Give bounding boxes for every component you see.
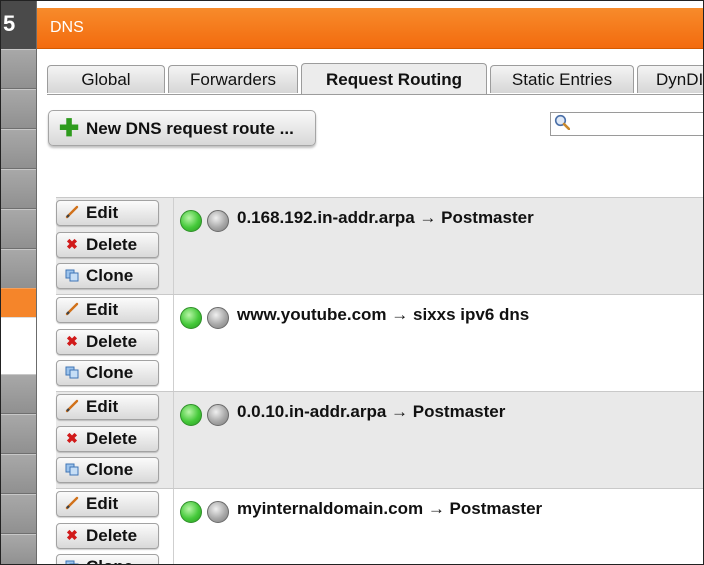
delete-button[interactable]: ✖ Delete — [56, 426, 159, 452]
edit-button[interactable]: Edit — [56, 394, 159, 420]
delete-label: Delete — [86, 332, 138, 351]
clone-icon — [64, 558, 80, 564]
new-route-label: New DNS request route ... — [86, 119, 294, 138]
clone-button[interactable]: Clone — [56, 457, 159, 483]
delete-button[interactable]: ✖ Delete — [56, 523, 159, 549]
pencil-icon — [64, 301, 80, 317]
pencil-icon — [64, 398, 80, 414]
clone-label: Clone — [86, 460, 134, 479]
nav-item[interactable] — [1, 89, 36, 129]
pencil-icon — [64, 204, 80, 220]
page-header: DNS — [37, 8, 703, 49]
edit-button[interactable]: Edit — [56, 200, 159, 226]
route-row: Edit ✖ Delete Clone www.youtube.com → si… — [56, 294, 703, 391]
logo-glyph: 5 — [3, 11, 16, 36]
delete-button[interactable]: ✖ Delete — [56, 329, 159, 355]
nav-item[interactable] — [1, 209, 36, 249]
status-enabled-indicator[interactable] — [180, 501, 202, 523]
tab-global[interactable]: Global — [47, 65, 165, 93]
delete-label: Delete — [86, 429, 138, 448]
search-input[interactable] — [550, 112, 703, 136]
edit-label: Edit — [86, 300, 119, 319]
nav-item[interactable] — [1, 374, 36, 414]
edit-label: Edit — [86, 203, 119, 222]
route-name: 0.0.10.in-addr.arpa → Postmaster — [237, 402, 506, 421]
clone-icon — [64, 364, 80, 380]
nav-item[interactable] — [1, 129, 36, 169]
tab-request-routing[interactable]: Request Routing — [301, 63, 487, 95]
delete-x-icon: ✖ — [66, 527, 78, 543]
delete-label: Delete — [86, 526, 138, 545]
route-row: Edit ✖ Delete Clone 0.168.192.in-addr.ar… — [56, 197, 703, 294]
left-nav-rail: 5 — [1, 1, 37, 564]
status-disabled-indicator[interactable] — [207, 307, 229, 329]
clone-button[interactable]: Clone — [56, 360, 159, 386]
delete-label: Delete — [86, 235, 138, 254]
clone-label: Clone — [86, 557, 133, 564]
clone-icon — [64, 461, 80, 477]
pencil-icon — [64, 495, 80, 511]
delete-x-icon: ✖ — [66, 236, 78, 252]
clone-button[interactable]: Clone — [56, 554, 159, 564]
status-disabled-indicator[interactable] — [207, 501, 229, 523]
nav-item[interactable] — [1, 534, 36, 564]
new-dns-request-route-button[interactable]: ✚ New DNS request route ... — [48, 110, 316, 146]
route-row: Edit ✖ Delete Clone 0.0.10.in-addr.arpa … — [56, 391, 703, 488]
status-enabled-indicator[interactable] — [180, 210, 202, 232]
route-name: 0.168.192.in-addr.arpa → Postmaster — [237, 208, 534, 227]
edit-label: Edit — [86, 494, 119, 513]
edit-button[interactable]: Edit — [56, 297, 159, 323]
nav-item[interactable] — [1, 414, 36, 454]
app-window: 5 DNS Global Forwarders Request Routing … — [0, 0, 704, 565]
route-name: www.youtube.com → sixxs ipv6 dns — [237, 305, 530, 324]
tab-divider — [47, 94, 703, 95]
nav-item[interactable] — [1, 249, 36, 289]
clone-label: Clone — [86, 266, 134, 285]
nav-item-dns-active[interactable] — [1, 288, 36, 318]
nav-item[interactable] — [1, 454, 36, 494]
page-title: DNS — [50, 19, 84, 36]
tab-bar: Global Forwarders Request Routing Static… — [47, 63, 703, 95]
search-icon — [554, 114, 570, 130]
route-row: Edit ✖ Delete Clone myinternaldomain.com… — [56, 488, 703, 564]
status-disabled-indicator[interactable] — [207, 210, 229, 232]
status-enabled-indicator[interactable] — [180, 307, 202, 329]
tab-dyndns[interactable]: DynDI — [637, 65, 703, 93]
status-enabled-indicator[interactable] — [180, 404, 202, 426]
status-disabled-indicator[interactable] — [207, 404, 229, 426]
tab-forwarders[interactable]: Forwarders — [168, 65, 298, 93]
nav-item[interactable] — [1, 49, 36, 89]
clone-button[interactable]: Clone — [56, 263, 159, 289]
delete-button[interactable]: ✖ Delete — [56, 232, 159, 258]
route-name: myinternaldomain.com → Postmaster — [237, 499, 543, 518]
add-icon: ✚ — [59, 115, 80, 142]
tab-static-entries[interactable]: Static Entries — [490, 65, 634, 93]
nav-item[interactable] — [1, 169, 36, 209]
nav-item[interactable] — [1, 494, 36, 534]
delete-x-icon: ✖ — [66, 430, 78, 446]
delete-x-icon: ✖ — [66, 333, 78, 349]
edit-label: Edit — [86, 397, 119, 416]
edit-button[interactable]: Edit — [56, 491, 159, 517]
clone-label: Clone — [86, 363, 134, 382]
app-logo: 5 — [1, 1, 36, 49]
nav-subpanel — [1, 317, 36, 375]
clone-icon — [64, 267, 80, 283]
